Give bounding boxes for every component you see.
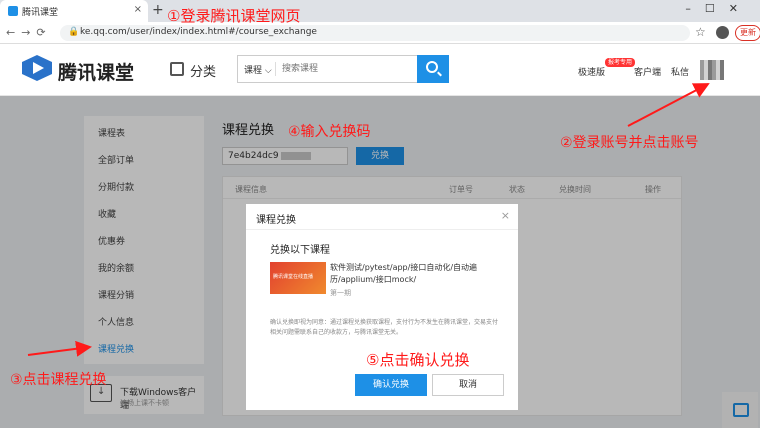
browser-tab[interactable]: 腾讯课堂 × (0, 0, 148, 22)
search-icon (426, 61, 438, 73)
search-input[interactable] (282, 61, 412, 77)
search-type-select[interactable]: 课程 ⌵ (244, 63, 272, 76)
search-button[interactable] (417, 55, 449, 83)
address-bar: ←→⟳ 🔒 ke.qq.com/user/index/index.html#/c… (0, 22, 760, 44)
lock-icon: 🔒 (68, 27, 80, 37)
modal-title: 课程兑换 (256, 215, 296, 226)
exchange-modal: 课程兑换 × 兑换以下课程 腾讯课堂在线直播 软件测试/pytest/app/接… (246, 204, 518, 410)
bookmark-star-icon[interactable]: ☆ (695, 25, 706, 39)
messages-link[interactable]: 私信 (671, 65, 689, 78)
annotation-step1: ①登录腾讯课堂网页 (167, 7, 301, 25)
tencent-classroom-logo-icon[interactable] (22, 55, 52, 81)
site-logo-text[interactable]: 腾讯课堂 (58, 58, 134, 85)
url-text: ke.qq.com/user/index/index.html#/course_… (80, 27, 317, 37)
search-box: 课程 ⌵ (237, 55, 449, 83)
modal-subtitle: 兑换以下课程 (270, 245, 330, 256)
category-link[interactable]: 分类 (190, 61, 216, 80)
course-term: 第一期 (330, 289, 351, 297)
browser-tabbar: 腾讯课堂 × + –☐✕ (0, 0, 760, 22)
course-thumbnail: 腾讯课堂在线直播 (270, 262, 326, 294)
course-name: 软件测试/pytest/app/接口自动化/自动遍历/applium/接口moc… (330, 263, 478, 284)
update-button[interactable]: 更新 (735, 25, 760, 41)
close-icon[interactable]: × (501, 209, 510, 222)
express-version-link[interactable]: 极速版 (578, 65, 605, 78)
new-tab-button[interactable]: + (152, 2, 164, 18)
window-controls[interactable]: –☐✕ (685, 2, 752, 15)
express-badge: 报考专用 (605, 58, 636, 67)
confirm-exchange-button[interactable]: 确认兑换 (355, 374, 427, 396)
search-divider (275, 62, 276, 76)
annotation-step4: ④输入兑换码 (288, 124, 371, 140)
annotation-step2: ②登录账号并点击账号 (560, 135, 699, 151)
category-icon[interactable] (170, 62, 184, 76)
browser-profile-icon[interactable] (716, 26, 729, 39)
site-header: 腾讯课堂 分类 课程 ⌵ 极速版 报考专用 客户端 私信 (0, 44, 760, 96)
user-avatar[interactable] (700, 60, 724, 80)
annotation-step3: ③点击课程兑换 (10, 372, 107, 388)
course-thumbnail-text: 腾讯课堂在线直播 (273, 274, 314, 280)
client-link[interactable]: 客户端 (634, 65, 661, 78)
modal-header: 课程兑换 × (246, 204, 518, 230)
tencent-classroom-favicon-icon (8, 6, 18, 16)
tab-title: 腾讯课堂 (22, 8, 59, 18)
tab-close-icon[interactable]: × (134, 4, 142, 15)
navigation-arrows-icon[interactable]: ←→⟳ (6, 26, 52, 39)
url-field[interactable]: 🔒 ke.qq.com/user/index/index.html#/cours… (60, 25, 690, 41)
annotation-step5: ⑤点击确认兑换 (366, 351, 470, 369)
cancel-button[interactable]: 取消 (432, 374, 504, 396)
modal-note: 确认兑换即视为同意：通过课程兑换获取课程，支付行为不发生在腾讯课堂，交易支付相关… (270, 319, 499, 336)
